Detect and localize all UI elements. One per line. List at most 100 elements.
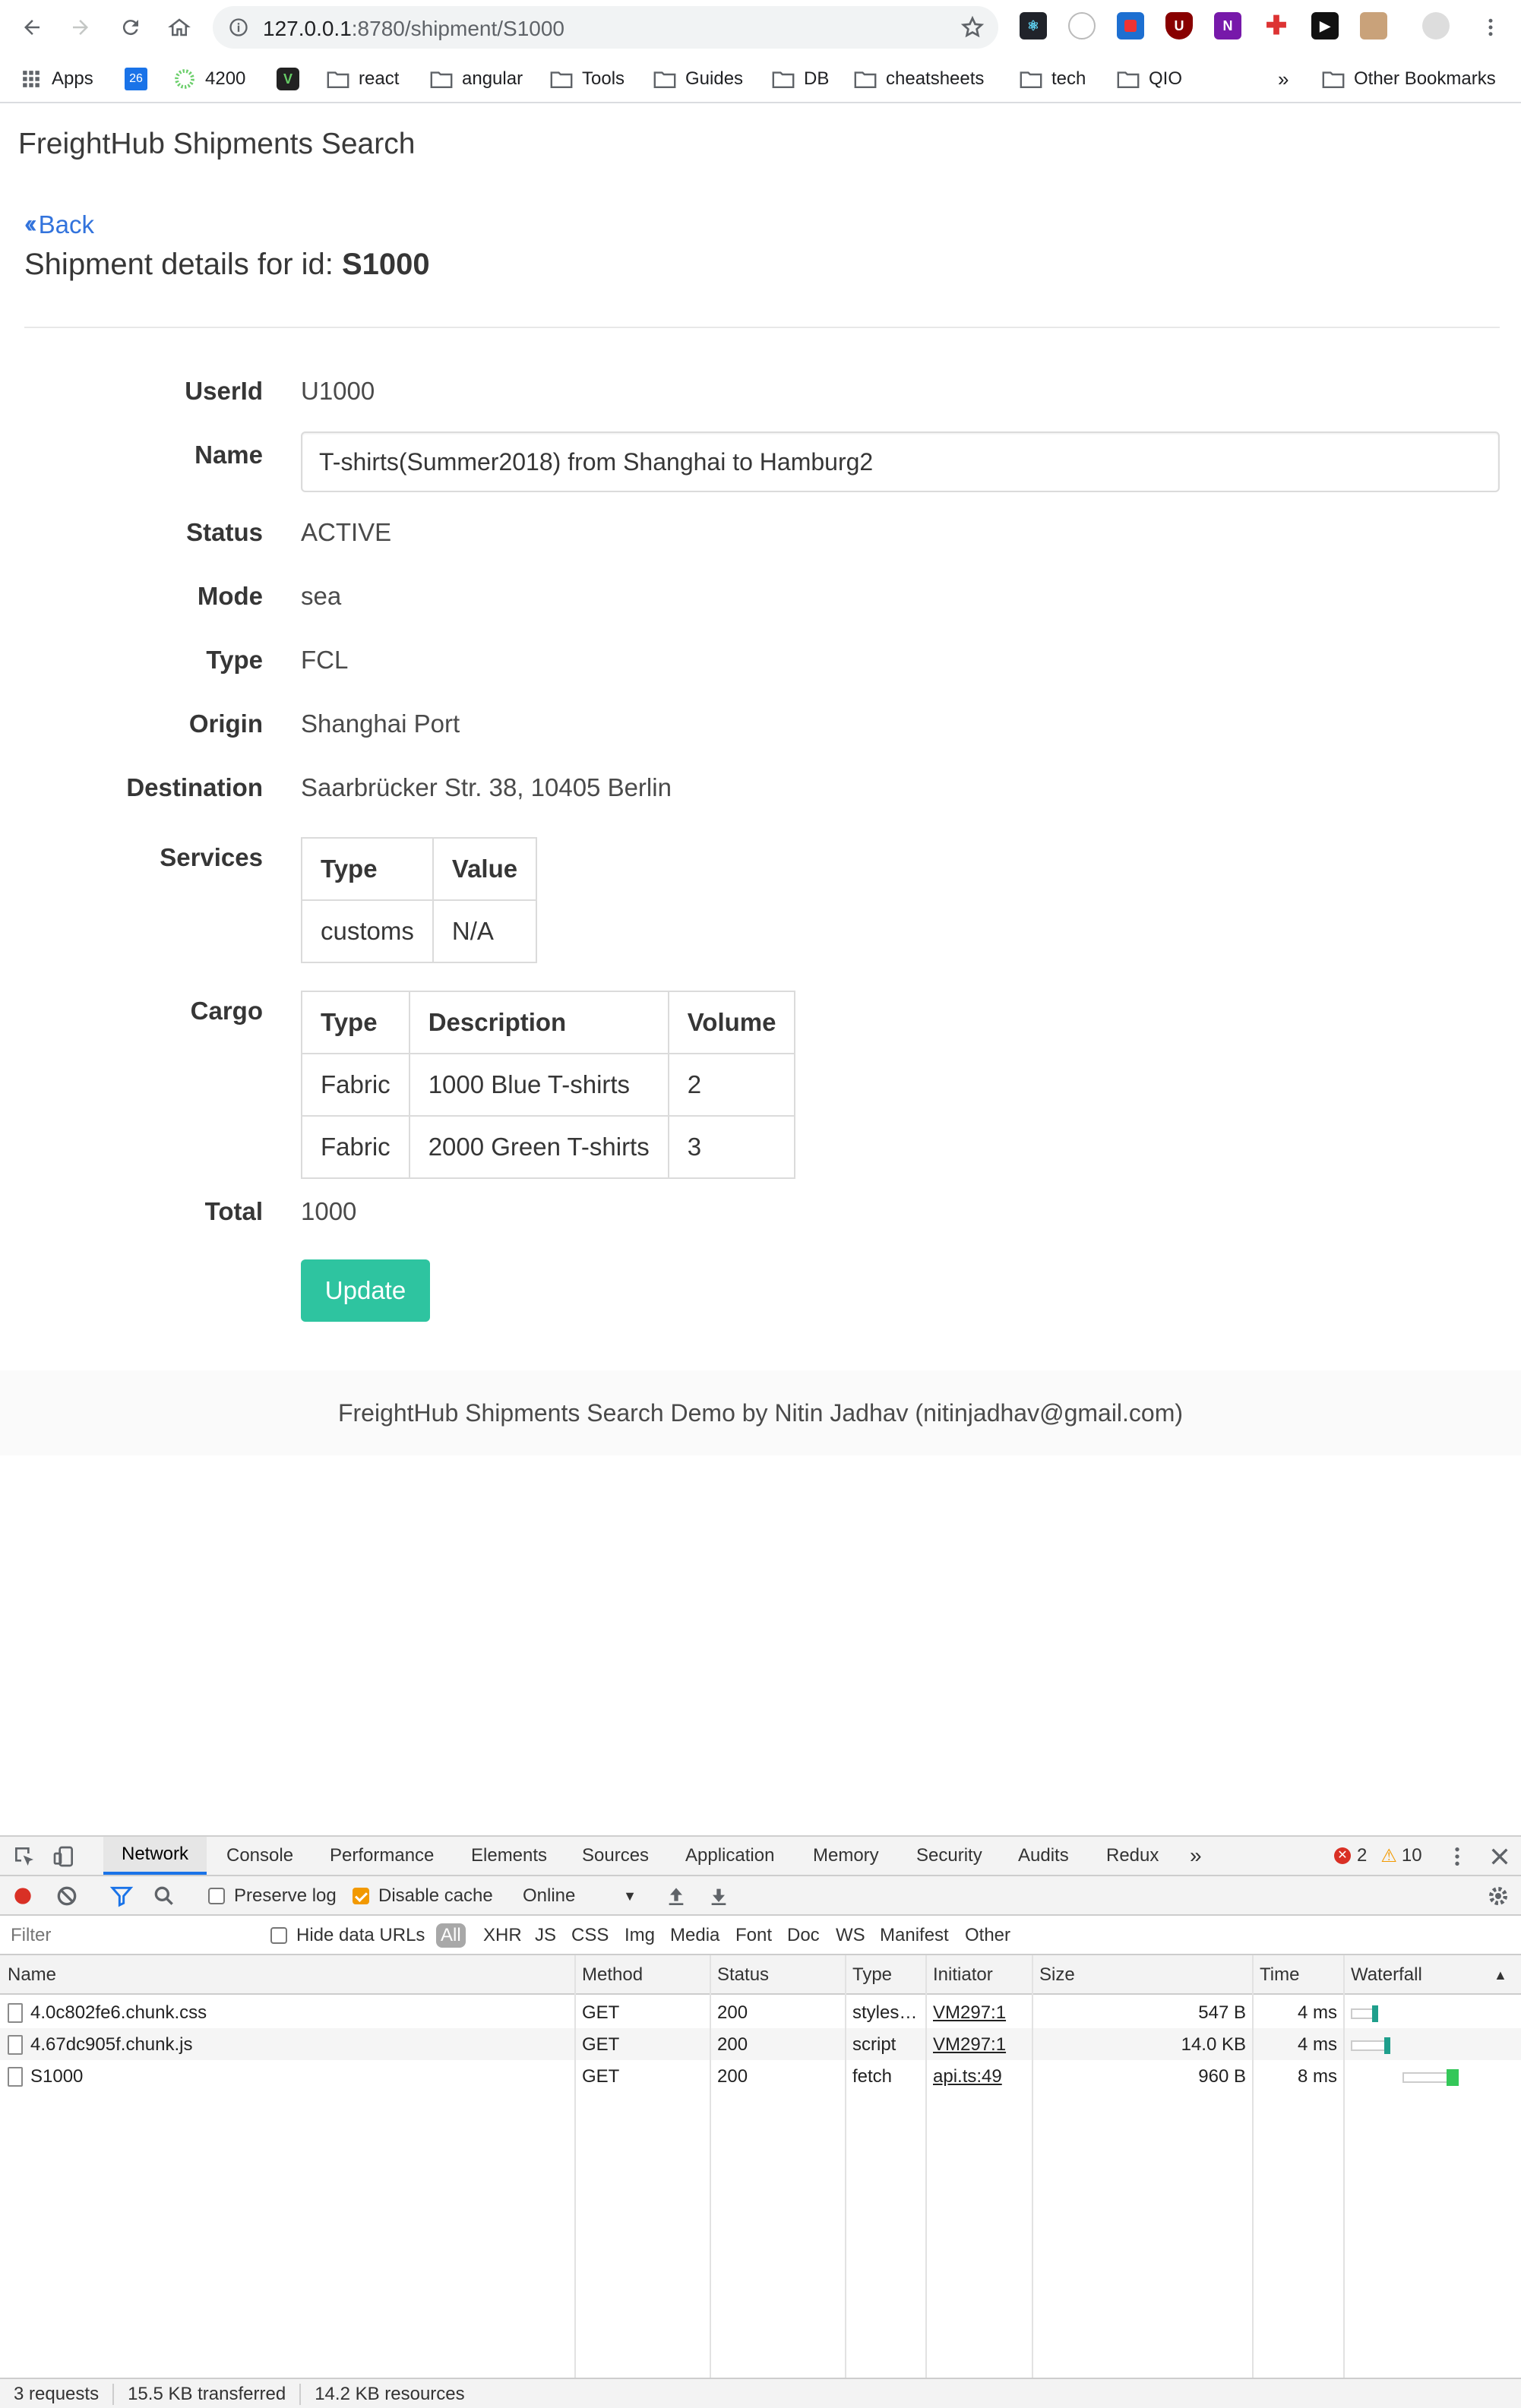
preserve-log-checkbox[interactable]: Preserve log <box>208 1884 337 1908</box>
bookmark-folder-react[interactable]: react <box>327 65 399 93</box>
initiator-link[interactable]: api.ts:49 <box>933 2066 1002 2087</box>
tab-memory[interactable]: Memory <box>813 1837 879 1875</box>
tab-sources[interactable]: Sources <box>582 1837 649 1875</box>
address-bar[interactable]: 127.0.0.1:8780/shipment/S1000 <box>213 6 998 49</box>
bookmark-extension[interactable]: V <box>277 65 308 93</box>
type-filter-css[interactable]: CSS <box>571 1923 609 1948</box>
search-icon[interactable] <box>152 1884 176 1908</box>
tab-redux[interactable]: Redux <box>1106 1837 1159 1875</box>
extension-square-icon[interactable] <box>1117 12 1144 40</box>
column-header-time[interactable]: Time <box>1260 1955 1299 1995</box>
record-icon[interactable] <box>11 1884 35 1908</box>
devtools-menu-icon[interactable] <box>1445 1844 1469 1869</box>
bookmark-4200[interactable]: 4200 <box>173 65 245 93</box>
extension-circle-icon[interactable] <box>1068 12 1096 40</box>
network-toolbar: Preserve log Disable cache Online ▼ <box>0 1876 1521 1916</box>
throttling-select[interactable]: Online ▼ <box>523 1884 637 1908</box>
bookmark-calendar[interactable]: 26 <box>125 65 157 93</box>
column-header-size[interactable]: Size <box>1039 1955 1075 1995</box>
request-initiator[interactable]: VM297:1 <box>933 1998 1006 2028</box>
type-filter-other[interactable]: Other <box>965 1923 1010 1948</box>
request-name[interactable]: S1000 <box>8 2062 83 2092</box>
app-brand[interactable]: FreightHub Shipments Search <box>18 128 415 161</box>
update-button[interactable]: Update <box>301 1259 430 1322</box>
device-toolbar-icon[interactable] <box>52 1844 76 1869</box>
mode-label: Mode <box>197 582 263 610</box>
clear-icon[interactable] <box>55 1884 79 1908</box>
url-text[interactable]: 127.0.0.1:8780/shipment/S1000 <box>263 17 564 41</box>
inspect-element-icon[interactable] <box>12 1844 36 1869</box>
bookmark-folder-other[interactable]: Other Bookmarks <box>1322 65 1496 93</box>
export-har-icon[interactable] <box>707 1884 731 1908</box>
extension-box-icon[interactable] <box>1360 12 1387 40</box>
error-count-badge[interactable]: ✕ 2 ⚠ 10 <box>1334 1837 1422 1875</box>
tab-security[interactable]: Security <box>916 1837 982 1875</box>
column-header: Type <box>301 991 410 1054</box>
request-initiator[interactable]: VM297:1 <box>933 2030 1006 2060</box>
extension-cross-icon[interactable]: ✚ <box>1263 11 1290 40</box>
bookmark-folder-cheatsheets[interactable]: cheatsheets <box>854 65 984 93</box>
bookmark-star-icon[interactable] <box>960 15 985 40</box>
disable-cache-checkbox[interactable]: Disable cache <box>353 1884 493 1908</box>
settings-gear-icon[interactable] <box>1486 1884 1510 1908</box>
forward-arrow-icon[interactable] <box>64 11 97 44</box>
request-name[interactable]: 4.67dc905f.chunk.js <box>8 2030 192 2060</box>
bookmarks-overflow[interactable]: » <box>1278 65 1289 93</box>
initiator-link[interactable]: VM297:1 <box>933 2002 1006 2024</box>
profile-avatar-icon[interactable] <box>1422 12 1450 40</box>
type-filter-manifest[interactable]: Manifest <box>880 1923 949 1948</box>
bookmark-apps[interactable]: Apps <box>20 65 93 93</box>
column-header-method[interactable]: Method <box>582 1955 643 1995</box>
type-filter-ws[interactable]: WS <box>836 1923 865 1948</box>
type-filter-xhr[interactable]: XHR <box>483 1923 522 1948</box>
filter-funnel-icon[interactable] <box>109 1884 134 1908</box>
tab-elements[interactable]: Elements <box>471 1837 547 1875</box>
request-name[interactable]: 4.0c802fe6.chunk.css <box>8 1998 207 2028</box>
bookmark-folder-qio[interactable]: QIO <box>1117 65 1182 93</box>
type-filter-media[interactable]: Media <box>670 1923 719 1948</box>
tab-performance[interactable]: Performance <box>330 1837 434 1875</box>
column-header-waterfall[interactable]: Waterfall <box>1351 1955 1422 1995</box>
type-filter-img[interactable]: Img <box>625 1923 655 1948</box>
reload-icon[interactable] <box>114 11 147 44</box>
menu-kebab-icon[interactable] <box>1474 11 1507 44</box>
info-icon[interactable] <box>228 17 249 38</box>
tab-audits[interactable]: Audits <box>1018 1837 1069 1875</box>
initiator-link[interactable]: VM297:1 <box>933 2034 1006 2056</box>
tab-application[interactable]: Application <box>685 1837 774 1875</box>
column-header-name[interactable]: Name <box>8 1955 56 1995</box>
type-filter-js[interactable]: JS <box>535 1923 556 1948</box>
bookmark-folder-db[interactable]: DB <box>772 65 829 93</box>
back-arrow-icon[interactable] <box>15 11 49 44</box>
react-devtools-icon[interactable]: ⚛ <box>1020 12 1047 40</box>
name-input[interactable] <box>301 431 1500 492</box>
filter-input[interactable] <box>6 1922 252 1949</box>
table-cell: 3 <box>667 1115 796 1179</box>
checkbox-label: Disable cache <box>378 1885 493 1906</box>
hide-data-urls-checkbox[interactable]: Hide data URLs <box>270 1923 425 1948</box>
bookmark-folder-tools[interactable]: Tools <box>550 65 625 93</box>
more-tabs-button[interactable]: » <box>1190 1837 1202 1875</box>
extension-play-icon[interactable]: ▶ <box>1311 12 1339 40</box>
import-har-icon[interactable] <box>664 1884 688 1908</box>
tab-network[interactable]: Network <box>103 1837 207 1875</box>
type-filter-doc[interactable]: Doc <box>787 1923 820 1948</box>
column-header-status[interactable]: Status <box>717 1955 769 1995</box>
column-header-initiator[interactable]: Initiator <box>933 1955 993 1995</box>
column-header: Value <box>432 837 538 901</box>
onenote-icon[interactable]: N <box>1214 12 1241 40</box>
cargo-label: Cargo <box>190 997 263 1025</box>
bookmark-folder-angular[interactable]: angular <box>430 65 523 93</box>
column-header-type[interactable]: Type <box>852 1955 892 1995</box>
bookmark-folder-tech[interactable]: tech <box>1020 65 1086 93</box>
home-icon[interactable] <box>163 11 196 44</box>
bookmark-folder-guides[interactable]: Guides <box>653 65 743 93</box>
sort-ascending-icon[interactable]: ▲ <box>1494 1955 1507 1995</box>
ublock-icon[interactable]: U <box>1165 12 1193 40</box>
request-initiator[interactable]: api.ts:49 <box>933 2062 1002 2092</box>
type-filter-all[interactable]: All <box>436 1923 466 1948</box>
back-link[interactable]: ‹‹ Back <box>24 210 94 239</box>
close-devtools-icon[interactable] <box>1488 1844 1512 1869</box>
type-filter-font[interactable]: Font <box>735 1923 772 1948</box>
tab-console[interactable]: Console <box>226 1837 293 1875</box>
